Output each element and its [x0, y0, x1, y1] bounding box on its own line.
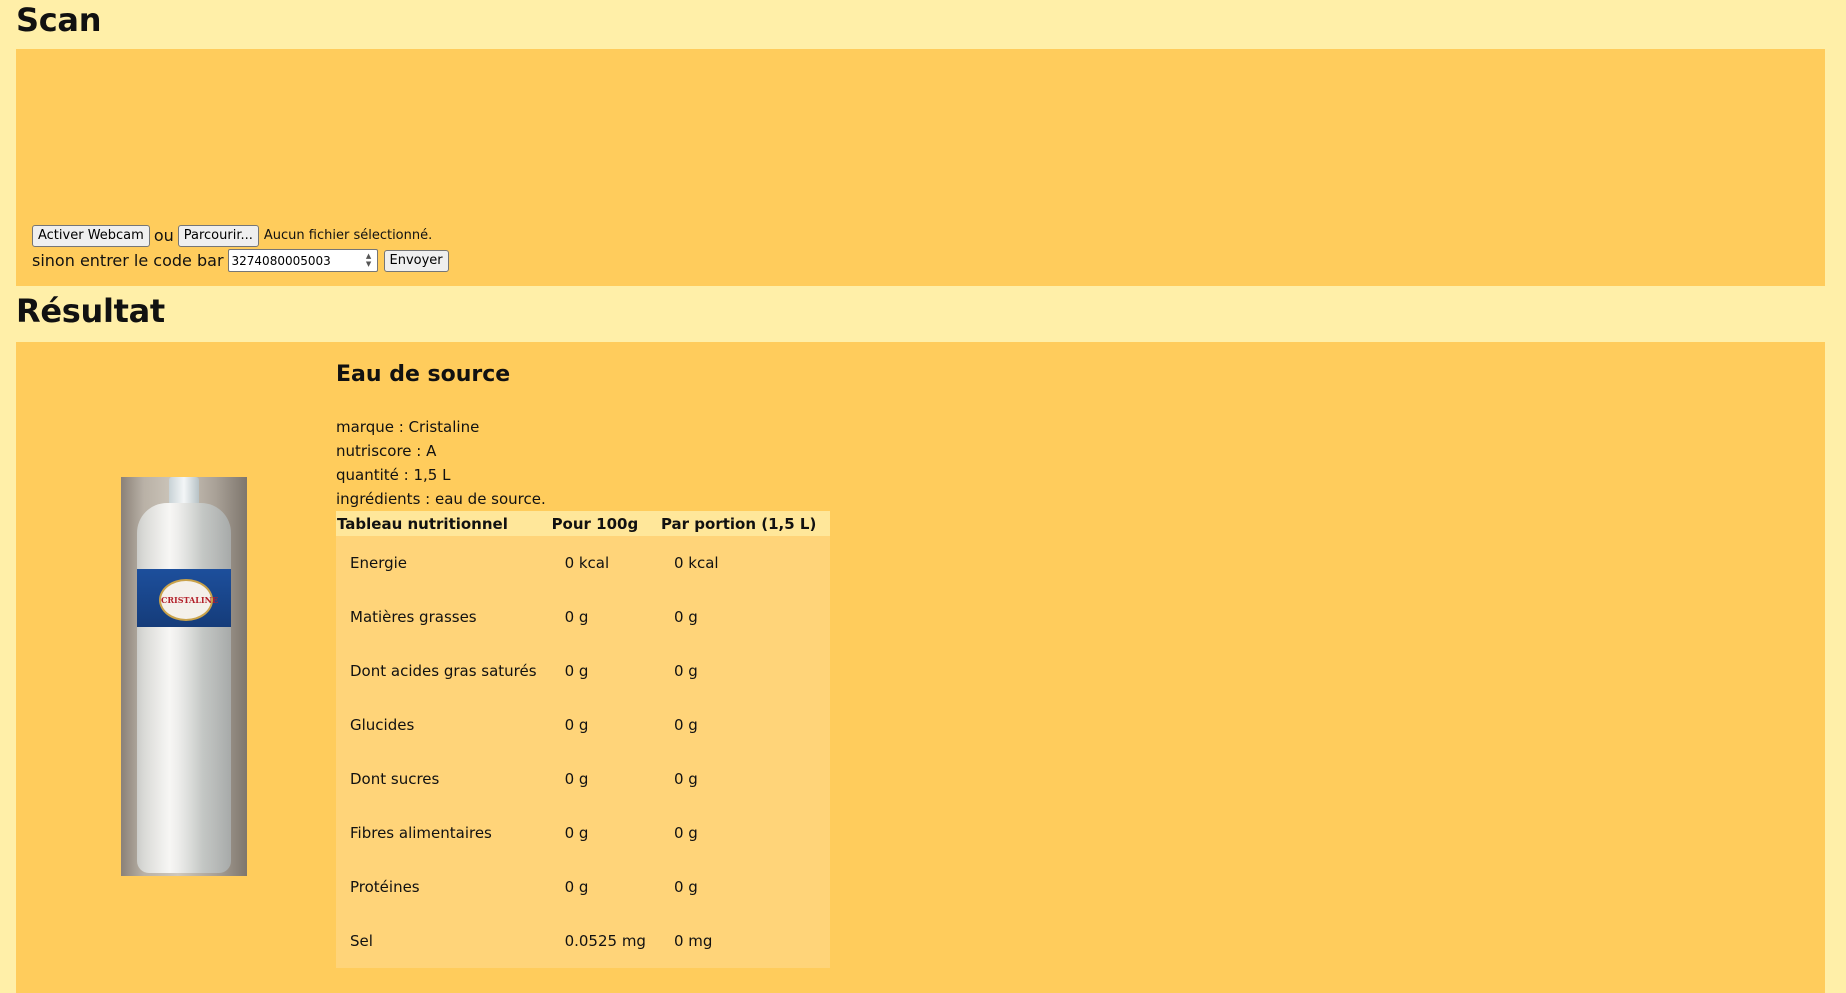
nutrient-per-100g: 0 g [564, 770, 589, 788]
result-heading: Résultat [16, 292, 165, 330]
nutrient-name: Protéines [350, 878, 420, 896]
scan-controls: Activer Webcam ou Parcourir... Aucun fic… [32, 223, 449, 273]
product-ingredients: ingrédients : eau de source. [336, 490, 546, 508]
table-row: Dont sucres 0 g 0 g [336, 752, 830, 806]
or-text: ou [153, 226, 174, 245]
browse-file-button[interactable]: Parcourir... [177, 224, 259, 247]
nutrient-per-portion: 0 g [673, 716, 698, 734]
product-title: Eau de source [336, 362, 511, 387]
nutrient-per-100g: 0.0525 mg [564, 932, 646, 950]
nutrient-per-portion: 0 g [673, 878, 698, 896]
nutrient-name: Matières grasses [350, 608, 477, 626]
activate-webcam-button[interactable]: Activer Webcam [32, 224, 150, 247]
file-status-text: Aucun fichier sélectionné. [263, 228, 433, 243]
nutrient-per-portion: 0 g [673, 824, 698, 842]
nutrition-header-per-100g: Pour 100g [550, 511, 660, 536]
nutrition-header-per-portion: Par portion (1,5 L) [659, 511, 831, 536]
nutrient-per-portion: 0 mg [673, 932, 713, 950]
table-row: Protéines 0 g 0 g [336, 860, 830, 914]
nutrient-name: Sel [350, 932, 373, 950]
number-spinner-icon[interactable]: ▲ ▼ [364, 252, 374, 268]
nutrient-name: Energie [350, 554, 408, 572]
nutrient-per-100g: 0 g [564, 716, 589, 734]
nutrient-per-portion: 0 g [673, 608, 698, 626]
submit-button[interactable]: Envoyer [383, 249, 449, 272]
product-image: CRISTALINE [121, 477, 247, 876]
nutrient-per-100g: 0 g [564, 824, 589, 842]
table-row: Energie 0 kcal 0 kcal [336, 536, 830, 590]
barcode-input[interactable] [228, 251, 355, 271]
result-panel [16, 342, 1825, 993]
table-row: Matières grasses 0 g 0 g [336, 590, 830, 644]
nutrient-per-100g: 0 g [564, 662, 589, 680]
nutrient-per-portion: 0 g [673, 662, 698, 680]
bottle-body [137, 503, 231, 873]
table-row: Fibres alimentaires 0 g 0 g [336, 806, 830, 860]
nutrition-table: Tableau nutritionnel Pour 100g Par porti… [336, 511, 831, 968]
scan-upload-row: Activer Webcam ou Parcourir... Aucun fic… [32, 223, 449, 248]
nutrient-name: Fibres alimentaires [350, 824, 492, 842]
nutrient-per-100g: 0 g [564, 608, 589, 626]
nutrition-header-row: Tableau nutritionnel Pour 100g Par porti… [336, 511, 831, 536]
product-nutriscore: nutriscore : A [336, 442, 437, 460]
nutrient-per-portion: 0 g [673, 770, 698, 788]
nutrient-name: Dont sucres [350, 770, 440, 788]
brand-logo: CRISTALINE [159, 579, 218, 621]
table-row: Sel 0.0525 mg 0 mg [336, 914, 830, 968]
scan-panel: Activer Webcam ou Parcourir... Aucun fic… [16, 49, 1825, 286]
scan-heading: Scan [16, 1, 102, 39]
nutrient-name: Dont acides gras saturés [350, 662, 537, 680]
nutrient-per-100g: 0 g [564, 878, 589, 896]
barcode-label: sinon entrer le code bar [32, 251, 224, 270]
barcode-row: sinon entrer le code bar ▲▼ Envoyer [32, 248, 449, 273]
table-row: Dont acides gras saturés 0 g 0 g [336, 644, 830, 698]
table-row: Glucides 0 g 0 g [336, 698, 830, 752]
bottle-label: CRISTALINE [137, 569, 231, 627]
page: Scan Activer Webcam ou Parcourir... Aucu… [0, 0, 1846, 993]
product-quantity: quantité : 1,5 L [336, 466, 451, 484]
nutrient-per-portion: 0 kcal [673, 554, 719, 572]
barcode-field: ▲▼ [227, 249, 378, 272]
nutrient-per-100g: 0 kcal [564, 554, 610, 572]
bottle-cap [169, 477, 199, 503]
nutrition-header-label: Tableau nutritionnel [336, 511, 551, 536]
product-brand: marque : Cristaline [336, 418, 480, 436]
nutrient-name: Glucides [350, 716, 415, 734]
product-info: Eau de source marque : Cristaline nutris… [336, 362, 831, 968]
